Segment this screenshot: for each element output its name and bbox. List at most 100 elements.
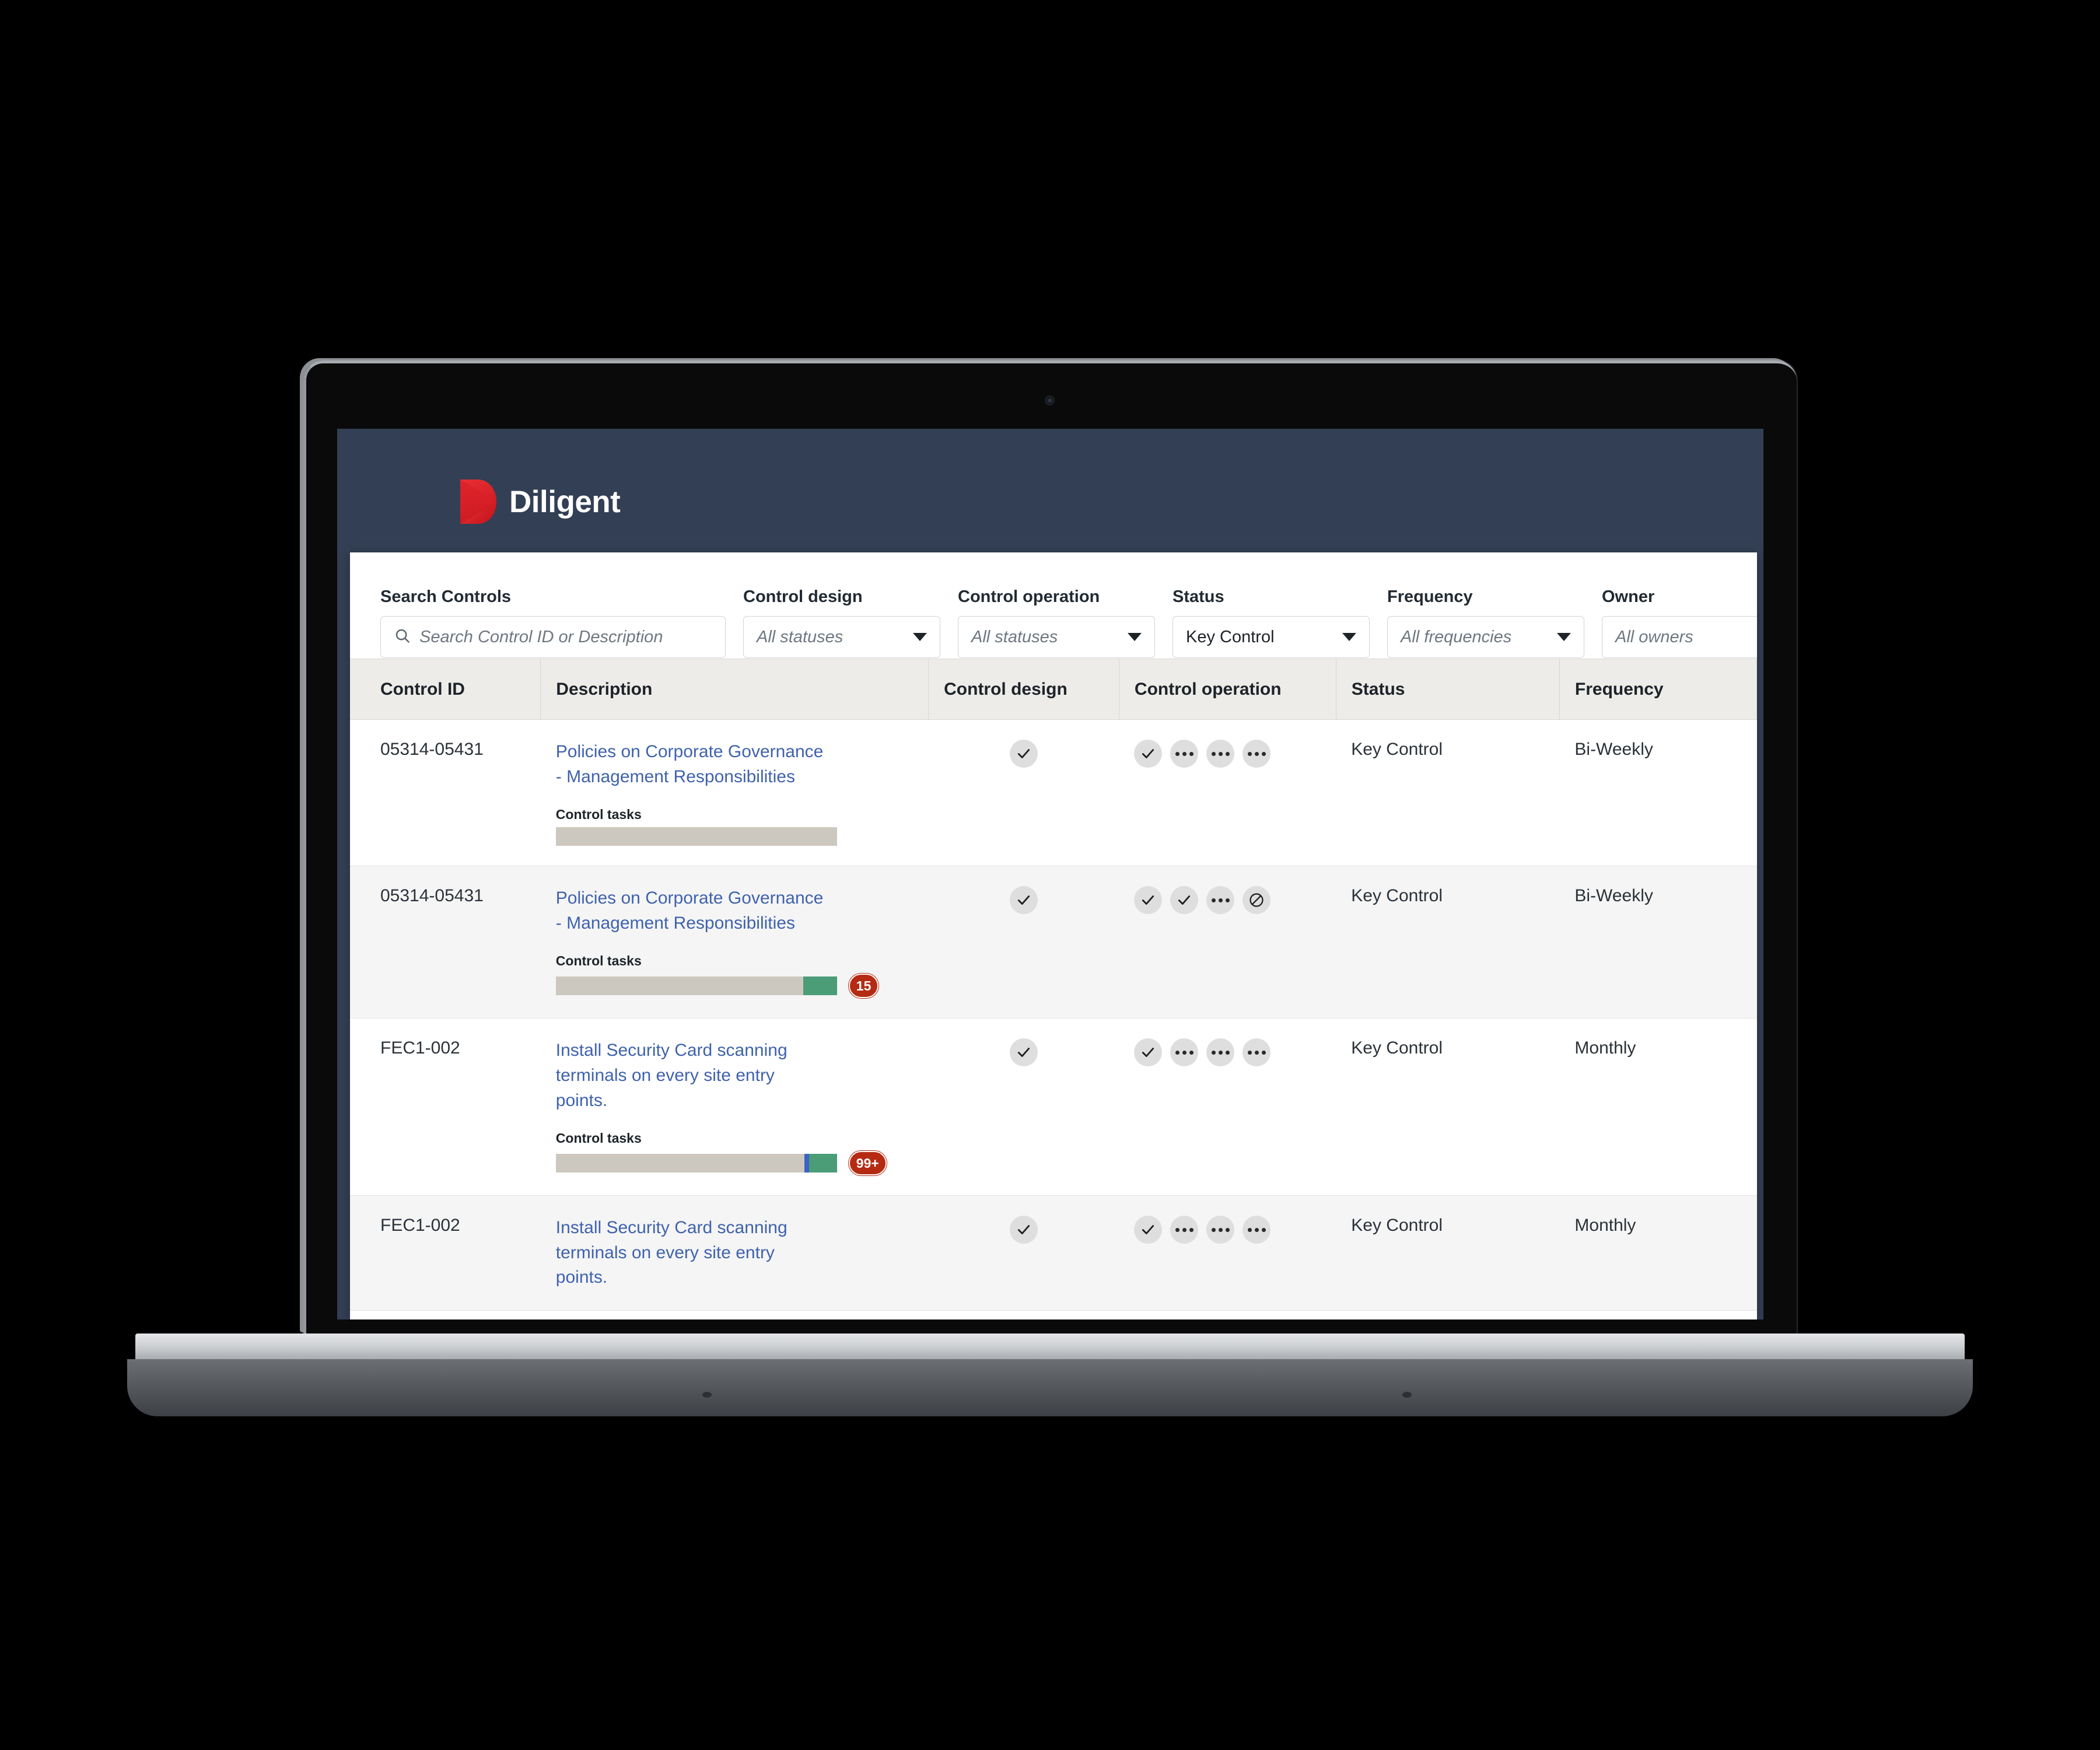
control-operation-icons	[1134, 886, 1336, 915]
filter-group-frequency: Frequency All frequencies	[1387, 587, 1584, 658]
control-operation-icons	[1134, 1216, 1336, 1244]
table-row[interactable]: 05314-05431 Policies on Corporate Governa…	[350, 719, 1757, 867]
control-tasks-progress-bar[interactable]	[555, 827, 837, 846]
filter-group-status: Status Key Control	[1172, 587, 1370, 658]
cell-status: Key Control	[1336, 1195, 1560, 1311]
status-check-icon[interactable]	[1010, 740, 1038, 768]
status-select-value: Key Control	[1186, 627, 1275, 646]
search-input[interactable]: Search Control ID or Description	[380, 616, 726, 658]
description-link[interactable]: Policies on Corporate Governance - Manag…	[556, 886, 830, 936]
column-header-control-operation[interactable]: Control operation	[1119, 659, 1336, 720]
column-header-control-id[interactable]: Control ID	[350, 659, 541, 720]
status-pending-icon[interactable]	[1206, 1038, 1235, 1067]
control-tasks-row	[555, 827, 929, 846]
description-link[interactable]: Policies on Corporate Governance - Manag…	[556, 740, 830, 789]
control-operation-select-value: All statuses	[971, 627, 1058, 646]
task-count-badge[interactable]: 15	[848, 974, 879, 999]
status-pending-icon[interactable]	[1242, 1038, 1271, 1067]
status-pending-icon[interactable]	[1206, 886, 1235, 915]
brand-name: Diligent	[509, 484, 621, 519]
status-pending-icon[interactable]	[1170, 740, 1199, 768]
table-header-row: Control ID Description Control design Co…	[350, 659, 1757, 720]
control-tasks-progress-bar[interactable]	[555, 977, 837, 996]
chevron-down-icon	[1342, 633, 1356, 641]
cell-control-design	[928, 1018, 1119, 1196]
task-count-badge[interactable]: 99+	[848, 1151, 887, 1176]
laptop-foot-left-icon	[702, 1392, 712, 1398]
status-pending-icon[interactable]	[1170, 1038, 1199, 1067]
control-tasks-row: 15	[555, 974, 929, 999]
column-header-description[interactable]: Description	[540, 659, 929, 720]
controls-table: Control ID Description Control design Co…	[350, 659, 1757, 1311]
column-header-frequency[interactable]: Frequency	[1559, 659, 1757, 720]
description-link[interactable]: Install Security Card scanning terminals…	[556, 1216, 830, 1290]
status-pending-icon[interactable]	[1242, 740, 1271, 768]
owner-select-value: All owners	[1615, 627, 1693, 646]
frequency-select[interactable]: All frequencies	[1387, 616, 1584, 658]
control-design-icons	[929, 1216, 1119, 1244]
search-placeholder-text: Search Control ID or Description	[419, 627, 663, 646]
control-operation-select[interactable]: All statuses	[958, 616, 1155, 658]
description-link[interactable]: Install Security Card scanning terminals…	[556, 1038, 830, 1113]
control-operation-icons	[1134, 1038, 1336, 1067]
table-body: 05314-05431 Policies on Corporate Governa…	[350, 719, 1757, 1311]
status-check-icon[interactable]	[1010, 1038, 1038, 1067]
cell-frequency: Monthly	[1559, 1018, 1757, 1196]
cell-control-operation	[1119, 1195, 1336, 1311]
status-filter-label: Status	[1172, 587, 1224, 606]
laptop-base-body	[127, 1359, 1973, 1416]
chevron-down-icon	[913, 633, 927, 641]
status-pending-icon[interactable]	[1242, 1216, 1271, 1244]
control-tasks-label: Control tasks	[555, 953, 642, 969]
status-check-icon[interactable]	[1134, 740, 1163, 768]
controls-page-card: Search Controls Search Control ID or Des…	[350, 552, 1757, 1320]
control-design-icons	[929, 1038, 1119, 1067]
cell-control-id: 05314-05431	[350, 719, 541, 867]
control-tasks-label: Control tasks	[555, 1130, 642, 1146]
laptop-mockup: Diligent Search Controls Search Control …	[0, 0, 2100, 1750]
owner-filter-label: Owner	[1602, 587, 1655, 606]
owner-select[interactable]: All owners	[1602, 616, 1757, 658]
table-row[interactable]: 05314-05431 Policies on Corporate Governa…	[350, 866, 1757, 1019]
status-blocked-icon[interactable]	[1242, 886, 1271, 915]
status-check-icon[interactable]	[1010, 886, 1038, 915]
webcam-icon	[1045, 396, 1055, 405]
control-design-select[interactable]: All statuses	[743, 616, 940, 658]
control-design-icons	[929, 886, 1119, 915]
cell-frequency: Bi-Weekly	[1559, 866, 1757, 1019]
cell-frequency: Bi-Weekly	[1559, 719, 1757, 867]
column-header-control-design[interactable]: Control design	[928, 659, 1119, 720]
table-row[interactable]: FEC1-002 Install Security Card scanning t…	[350, 1018, 1757, 1196]
cell-control-operation	[1119, 1018, 1336, 1196]
status-check-icon[interactable]	[1010, 1216, 1038, 1244]
status-check-icon[interactable]	[1134, 886, 1163, 915]
chevron-down-icon	[1557, 633, 1571, 641]
cell-control-operation	[1119, 866, 1336, 1019]
control-design-filter-label: Control design	[743, 587, 863, 606]
status-pending-icon[interactable]	[1206, 1216, 1235, 1244]
status-select[interactable]: Key Control	[1172, 616, 1370, 658]
cell-control-id: 05314-05431	[350, 866, 541, 1019]
cell-description: Policies on Corporate Governance - Manag…	[540, 719, 929, 867]
control-tasks-progress-bar[interactable]	[555, 1154, 837, 1173]
cell-status: Key Control	[1336, 866, 1560, 1019]
filter-bar: Search Controls Search Control ID or Des…	[350, 552, 1757, 659]
cell-control-design	[928, 1195, 1119, 1311]
status-pending-icon[interactable]	[1206, 740, 1235, 768]
app-header: Diligent	[337, 429, 1763, 552]
cell-status: Key Control	[1336, 719, 1560, 867]
control-design-icons	[929, 740, 1119, 768]
column-header-status[interactable]: Status	[1336, 659, 1560, 720]
screen-viewport: Diligent Search Controls Search Control …	[337, 429, 1763, 1320]
cell-control-id: FEC1-002	[350, 1195, 541, 1311]
filter-group-control-operation: Control operation All statuses	[958, 587, 1155, 658]
brand-logo[interactable]: Diligent	[460, 480, 621, 524]
filter-group-search: Search Controls Search Control ID or Des…	[380, 587, 726, 658]
cell-control-id: FEC1-002	[350, 1018, 541, 1196]
status-pending-icon[interactable]	[1170, 1216, 1199, 1244]
status-check-icon[interactable]	[1170, 886, 1199, 915]
search-controls-label: Search Controls	[380, 587, 511, 606]
status-check-icon[interactable]	[1134, 1216, 1163, 1244]
status-check-icon[interactable]	[1134, 1038, 1163, 1067]
table-row[interactable]: FEC1-002 Install Security Card scanning t…	[350, 1195, 1757, 1311]
